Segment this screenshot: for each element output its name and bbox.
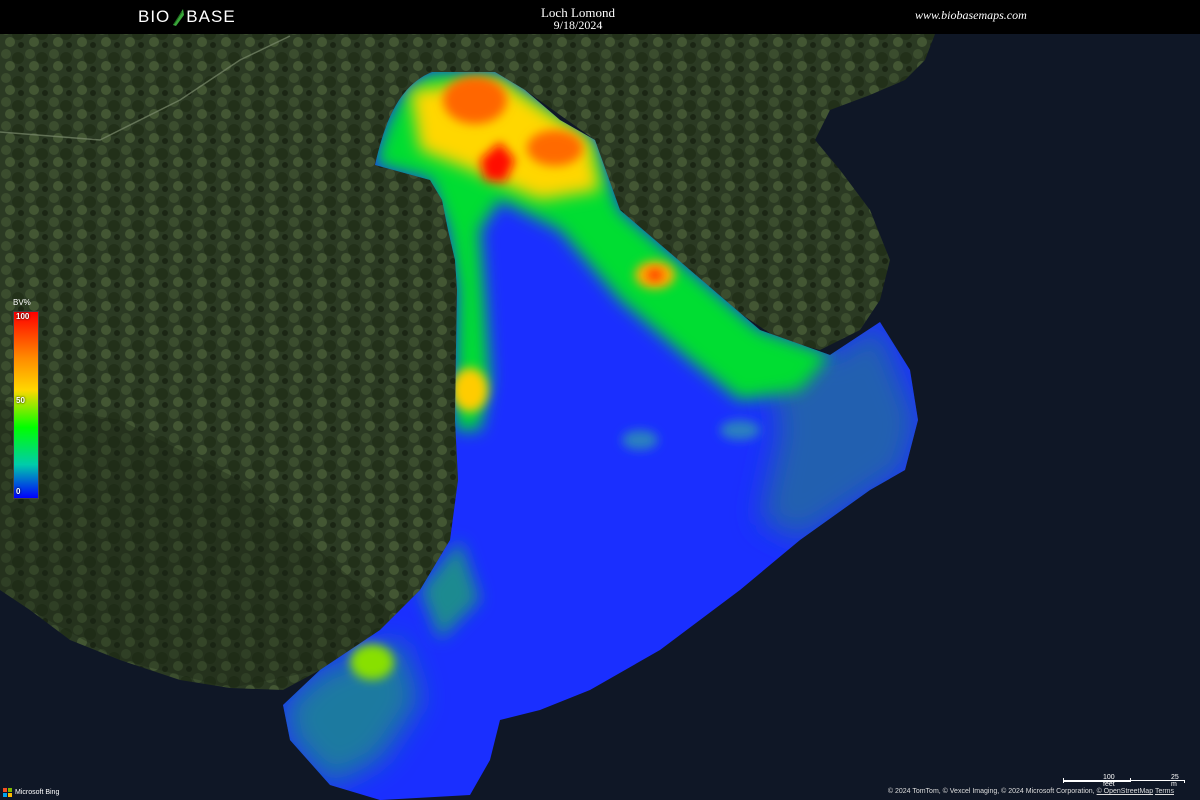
legend-max-label: 100: [16, 312, 30, 321]
terms-link[interactable]: Terms: [1155, 788, 1174, 795]
website-link[interactable]: www.biobasemaps.com: [915, 8, 1027, 23]
legend-unit: BV%: [13, 298, 31, 307]
legend-gradient-bar: [13, 311, 39, 499]
header-bar: BIO BASE Loch Lomond 9/18/2024 www.bioba…: [0, 0, 1200, 34]
logo-text-left: BIO: [138, 7, 171, 26]
bing-logo[interactable]: Microsoft Bing: [3, 788, 59, 797]
map-svg[interactable]: [0, 34, 1200, 800]
biobase-logo[interactable]: BIO BASE: [138, 6, 236, 28]
legend-mid-label: 50: [16, 396, 25, 405]
openstreetmap-link[interactable]: © OpenStreetMap: [1097, 788, 1154, 795]
title-block: Loch Lomond 9/18/2024: [478, 6, 678, 32]
legend-min-label: 0: [16, 487, 21, 496]
map-app: BIO BASE Loch Lomond 9/18/2024 www.bioba…: [0, 0, 1200, 800]
attribution-text: © 2024 TomTom, © Vexcel Imaging, © 2024 …: [887, 788, 1095, 795]
map-canvas[interactable]: [0, 34, 1200, 800]
logo-text-right: BASE: [186, 7, 236, 26]
map-date: 9/18/2024: [553, 18, 603, 32]
scale-line-meters: [1063, 780, 1185, 783]
map-attribution: © 2024 TomTom, © Vexcel Imaging, © 2024 …: [888, 788, 1174, 795]
logo-leaf-icon: [173, 9, 185, 26]
microsoft-logo-icon: [3, 788, 12, 797]
bing-label: Microsoft Bing: [15, 789, 60, 796]
